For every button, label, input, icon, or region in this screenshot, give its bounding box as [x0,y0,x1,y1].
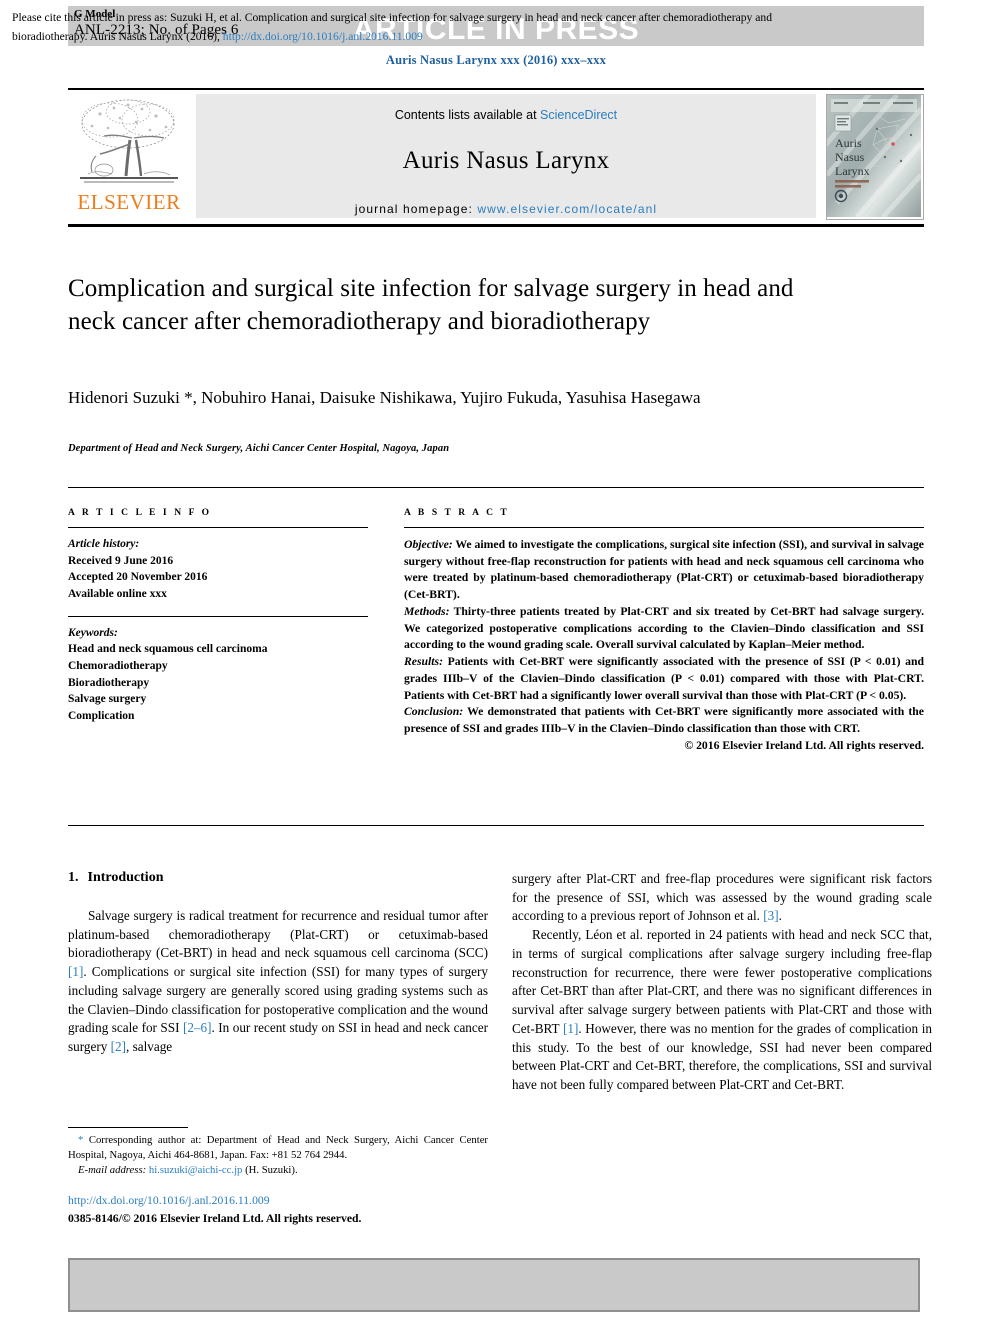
keyword-item: Chemoradiotherapy [68,660,168,673]
footnote-rule [68,1127,188,1128]
article-available-online: Available online xxx [68,588,167,601]
article-accepted: Accepted 20 November 2016 [68,571,208,584]
abstract-methods-label: Methods: [404,604,450,618]
abstract-results-text: Patients with Cet-BRT were significantly… [404,655,924,702]
intro-right-text-a: surgery after Plat-CRT and free-flap pro… [512,871,932,924]
introduction-heading: 1. Introduction [68,870,488,886]
please-cite-box [68,1258,920,1312]
corresponding-author-text: Corresponding author at: Department of H… [68,1134,488,1162]
abstract-copyright: © 2016 Elsevier Ireland Ltd. All rights … [684,738,924,752]
citation-ref-2-6[interactable]: [2–6] [183,1020,212,1035]
keyword-item: Salvage surgery [68,693,147,706]
abstract-body: Objective: We aimed to investigate the c… [404,537,924,755]
issn-copyright-line: 0385-8146/© 2016 Elsevier Ireland Ltd. A… [68,1211,362,1225]
journal-masthead: ELSEVIER Contents lists available at Sci… [68,92,924,220]
intro-right-text-b: . [778,908,782,924]
abstract-objective-text: We aimed to investigate the complication… [404,538,924,602]
abstract-objective: Objective: We aimed to investigate the c… [404,537,924,604]
svg-text:Nasus: Nasus [835,150,865,164]
corresponding-author-line: * Corresponding author at: Department of… [68,1133,488,1163]
abstract-section-top-rule [68,487,924,488]
abstract-methods-text: Thirty-three patients treated by Plat-CR… [404,604,924,652]
doi-link[interactable]: http://dx.doi.org/10.1016/j.anl.2016.11.… [68,1192,498,1210]
abstract-heading: A B S T R A C T [404,508,510,518]
cite-doi-link[interactable]: http://dx.doi.org/10.1016/j.anl.2016.11.… [223,30,423,43]
article-info-heading: A R T I C L E I N F O [68,508,212,518]
abstract-results-label: Results: [404,655,443,669]
affiliation: Department of Head and Neck Surgery, Aic… [68,443,450,454]
email-line: E-mail address: hi.suzuki@aichi-cc.jp (H… [68,1163,488,1178]
corresponding-author-footnote: * Corresponding author at: Department of… [68,1133,488,1179]
intro-left-text-a: Salvage surgery is radical treatment for… [68,908,488,961]
introduction-paragraph-right-2: Recently, Léon et al. reported in 24 pat… [512,926,932,1095]
abstract-conclusion-label: Conclusion: [404,705,464,719]
introduction-paragraph-right-cont: surgery after Plat-CRT and free-flap pro… [512,870,932,926]
elsevier-tree-icon [80,99,178,183]
author-list: Hidenori Suzuki *, Nobuhiro Hanai, Daisu… [68,385,868,411]
abstract-conclusion: Conclusion: We demonstrated that patient… [404,704,924,737]
abstract-methods: Methods: Thirty-three patients treated b… [404,604,924,654]
email-suffix: (H. Suzuki). [242,1164,298,1177]
body-column-left: 1. Introduction Salvage surgery is radica… [68,870,488,1057]
elsevier-wordmark: ELSEVIER [77,190,181,214]
keywords-rule [68,615,368,617]
journal-cover-thumbnail: Auris Nasus Larynx [826,94,924,220]
keywords-block: Keywords: Head and neck squamous cell ca… [68,625,368,725]
citation-ref-2[interactable]: [2] [111,1039,126,1054]
journal-cover-image: Auris Nasus Larynx [827,95,923,219]
author-names: Hidenori Suzuki *, Nobuhiro Hanai, Daisu… [68,388,701,407]
abstract-rule [404,527,924,528]
svg-text:Auris: Auris [835,136,862,150]
journal-homepage-line: journal homepage: www.elsevier.com/locat… [196,202,816,216]
citation-ref-3[interactable]: [3] [763,908,778,923]
article-history-block: Article history: Received 9 June 2016 Ac… [68,536,368,603]
article-info-column: A R T I C L E I N F O Article history: R… [68,508,368,725]
contents-prefix: Contents lists available at [394,108,541,122]
keyword-item: Bioradiotherapy [68,676,150,689]
please-cite-text: Please cite this article in press as: Su… [12,9,836,46]
contents-available-line: Contents lists available at ScienceDirec… [196,108,816,122]
abstract-conclusion-text: We demonstrated that patients with Cet-B… [404,705,924,736]
masthead-top-rule [68,88,924,90]
email-label: E-mail address: [78,1164,147,1177]
body-column-right: surgery after Plat-CRT and free-flap pro… [512,870,932,1095]
introduction-number: 1. [68,870,79,885]
abstract-results: Results: Patients with Cet-BRT were sign… [404,654,924,704]
abstract-objective-label: Objective: [404,538,453,551]
keyword-item: Head and neck squamous cell carcinoma [68,643,268,656]
abstract-column: A B S T R A C T Objective: We aimed to i… [404,508,924,755]
citation-ref-1b[interactable]: [1] [563,1021,578,1036]
keyword-item: Complication [68,710,135,723]
keywords-label: Keywords: [68,626,118,639]
homepage-prefix: journal homepage: [354,202,478,216]
masthead-bottom-rule [68,224,924,227]
masthead-center-panel: Contents lists available at ScienceDirec… [196,94,816,218]
homepage-url-link[interactable]: www.elsevier.com/locate/anl [477,202,657,216]
abstract-section-bottom-rule [68,825,924,826]
page-title: Complication and surgical site infection… [68,275,794,336]
citation-ref-1[interactable]: [1] [68,964,83,979]
svg-text:Larynx: Larynx [835,164,870,178]
article-received: Received 9 June 2016 [68,554,174,567]
intro-left-text-d: , salvage [126,1039,173,1055]
article-info-rule [68,527,368,528]
article-history-label: Article history: [68,538,140,550]
journal-reference-line: Auris Nasus Larynx xxx (2016) xxx–xxx [385,53,607,67]
sciencedirect-link[interactable]: ScienceDirect [540,108,617,122]
doi-and-issn-block: http://dx.doi.org/10.1016/j.anl.2016.11.… [68,1192,498,1227]
email-link[interactable]: hi.suzuki@aichi-cc.jp [149,1164,243,1176]
elsevier-logo: ELSEVIER [70,94,188,218]
journal-title: Auris Nasus Larynx [402,147,610,174]
introduction-paragraph-left: Salvage surgery is radical treatment for… [68,907,488,1057]
introduction-title: Introduction [87,870,164,885]
intro-right2-text-a: Recently, Léon et al. reported in 24 pat… [512,927,932,1036]
